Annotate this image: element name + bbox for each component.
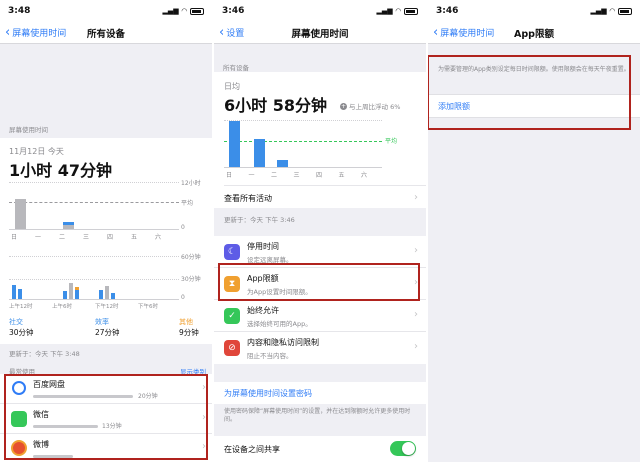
weekly-compare: + 与上周比浮动 6%	[340, 102, 401, 111]
wifi-icon: ◠	[609, 7, 615, 15]
passcode-description: 使用密码保障“屏幕使用时间”的设置，并在达到限额时允许更多使用时间。	[224, 408, 411, 424]
chevron-left-icon: ‹	[5, 25, 11, 40]
set-passcode-link[interactable]: 为屏幕使用时间设置密码	[224, 388, 312, 399]
total-time: 1小时 47分钟	[9, 161, 112, 180]
battery-icon	[190, 7, 204, 15]
status-bar: 3:46 ▂▄▆ ◠	[214, 0, 426, 22]
moon-icon: ☾	[224, 244, 240, 260]
wifi-icon: ◠	[395, 7, 401, 15]
share-label: 在设备之间共享	[224, 445, 280, 454]
chevron-right-icon: ›	[414, 192, 418, 203]
wifi-icon: ◠	[181, 7, 187, 15]
all-devices-label: 所有设备	[223, 64, 249, 72]
app-limits-panel: 3:46 ▂▄▆ ◠ ‹ 屏幕使用时间 App限额 为需要管理的App类别设定每日…	[428, 0, 640, 462]
nav-bar: ‹ 设置 屏幕使用时间	[214, 22, 426, 44]
usage-card: 11月12日 今天 1小时 47分钟 12小时 平均 0 日 一 二 三 四 五…	[0, 138, 212, 344]
chevron-left-icon: ‹	[433, 25, 439, 40]
back-button[interactable]: ‹ 屏幕使用时间	[0, 26, 66, 39]
bar-mon	[254, 139, 265, 167]
always-allowed-row[interactable]: ✓ 始终允许 选择始终可用的App。 ›	[214, 300, 426, 332]
signal-icon: ▂▄▆	[376, 7, 393, 15]
bar-sun	[15, 199, 26, 229]
status-bar: 3:48 ▂▄▆ ◠	[0, 0, 212, 22]
status-time: 3:46	[222, 6, 245, 16]
category-productivity: 效率 27分钟	[95, 318, 120, 337]
nav-bar: ‹ 屏幕使用时间 所有设备	[0, 22, 212, 44]
signal-icon: ▂▄▆	[162, 7, 179, 15]
category-summary: 社交 30分钟 效率 27分钟 其他 9分钟	[9, 317, 205, 338]
average-line	[224, 141, 382, 142]
status-bar: 3:46 ▂▄▆ ◠	[428, 0, 640, 22]
updated-label: 更新于：今天 下午 3:46	[224, 216, 295, 224]
weekly-chart	[224, 120, 382, 168]
bar-sun	[229, 121, 240, 167]
all-devices-panel: 3:48 ▂▄▆ ◠ ‹ 屏幕使用时间 所有设备 屏幕使用时间 11月12日 今天…	[0, 0, 212, 462]
daily-chart	[9, 182, 179, 230]
chevron-left-icon: ‹	[219, 25, 225, 40]
battery-icon	[618, 7, 632, 15]
content-privacy-row[interactable]: ⊘ 内容和隐私访问限制 阻止不当内容。 ›	[214, 332, 426, 364]
highlight-box	[428, 55, 631, 130]
back-button[interactable]: ‹ 屏幕使用时间	[428, 26, 494, 39]
chevron-right-icon: ›	[414, 341, 418, 352]
view-all-activity-link[interactable]: 查看所有活动	[224, 193, 272, 204]
bar-tue	[63, 222, 74, 229]
chevron-right-icon: ›	[414, 245, 418, 256]
day-labels: 日 一 二 三 四 五 六	[226, 172, 368, 179]
category-other: 其他 9分钟	[179, 318, 199, 337]
section-label: 屏幕使用时间	[9, 126, 48, 134]
updated-label: 更新于：今天 下午 3:48	[9, 350, 80, 358]
share-toggle[interactable]	[390, 441, 416, 456]
hour-labels: 上午12时 上午6时 下午12时 下午6时	[9, 304, 158, 310]
chevron-right-icon: ›	[414, 309, 418, 320]
status-time: 3:48	[8, 6, 31, 16]
highlight-box	[4, 374, 208, 460]
date-label: 11月12日 今天	[9, 147, 64, 156]
category-social: 社交 30分钟	[9, 318, 34, 337]
check-icon: ✓	[224, 308, 240, 324]
battery-icon	[404, 7, 418, 15]
average-line	[9, 202, 179, 203]
highlight-box	[218, 263, 420, 301]
signal-icon: ▂▄▆	[590, 7, 607, 15]
daily-label: 日均	[224, 82, 240, 91]
daily-average-time: 6小时 58分钟	[224, 96, 327, 115]
back-button[interactable]: ‹ 设置	[214, 26, 244, 39]
bar-tue	[277, 160, 288, 167]
day-labels: 日 一 二 三 四 五 六	[11, 234, 162, 241]
block-icon: ⊘	[224, 340, 240, 356]
status-time: 3:46	[436, 6, 459, 16]
page-title: 屏幕使用时间	[291, 28, 349, 40]
plus-circle-icon: +	[340, 102, 347, 110]
share-row: 在设备之间共享	[214, 436, 426, 462]
nav-bar: ‹ 屏幕使用时间 App限额	[428, 22, 640, 44]
screen-time-panel: 3:46 ▂▄▆ ◠ ‹ 设置 屏幕使用时间 所有设备 日均 6小时 58分钟 +…	[214, 0, 426, 462]
hourly-chart	[9, 256, 179, 300]
daily-average-card[interactable]: 日均 6小时 58分钟 + 与上周比浮动 6% 平均 日 一 二 三 四 五 六…	[214, 72, 426, 208]
